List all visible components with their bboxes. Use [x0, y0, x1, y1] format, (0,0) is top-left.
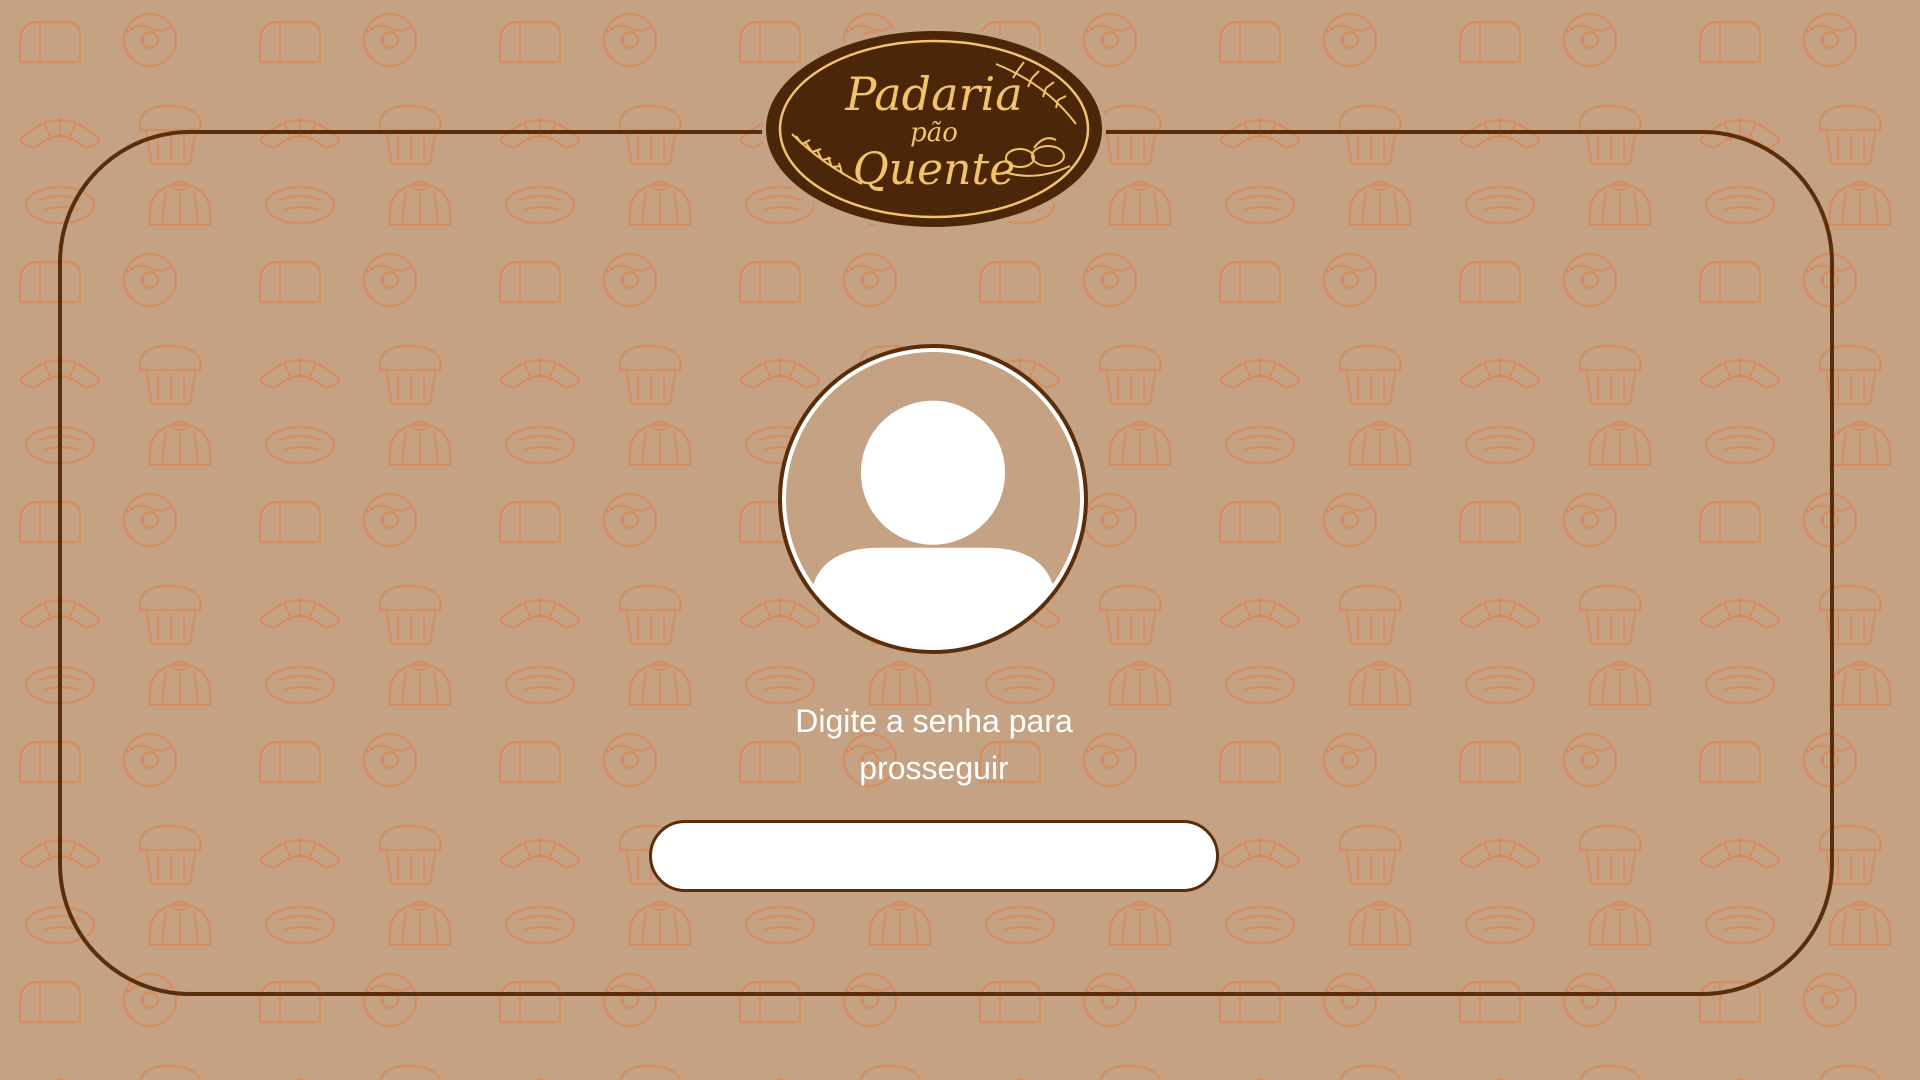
user-avatar	[778, 344, 1088, 654]
password-field[interactable]	[649, 820, 1219, 892]
password-prompt: Digite a senha para prosseguir	[795, 703, 1073, 786]
padaria-pao-quente-logo: Padaria pão Quente	[758, 24, 1110, 234]
logo-line1: Padaria	[844, 67, 1022, 121]
logo-line3: Quente	[853, 144, 1016, 195]
user-silhouette-icon	[811, 400, 1055, 650]
